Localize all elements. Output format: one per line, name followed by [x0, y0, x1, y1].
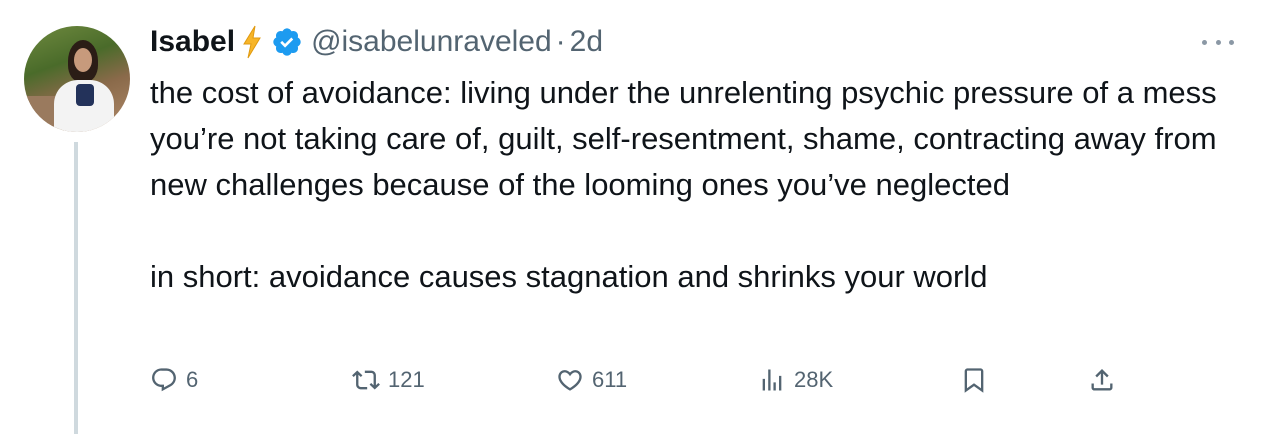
- more-dot: [1229, 39, 1234, 45]
- reply-button[interactable]: 6: [150, 362, 198, 398]
- tweet-paragraph-2: in short: avoidance causes stagnation an…: [150, 259, 988, 294]
- separator-dot: ·: [555, 25, 566, 58]
- reply-count: 6: [186, 367, 199, 392]
- tweet-header: Isabel @isabelunraveled · 2d: [150, 20, 603, 64]
- avatar[interactable]: [24, 26, 130, 132]
- bookmark-button[interactable]: [960, 362, 988, 398]
- share-icon: [1091, 369, 1113, 391]
- thread-line: [74, 142, 78, 434]
- lightning-bolt-icon: [243, 25, 261, 59]
- more-options-icon[interactable]: [1202, 32, 1234, 52]
- verified-badge-icon[interactable]: [271, 26, 303, 58]
- like-count: 611: [592, 367, 628, 392]
- more-dot: [1202, 39, 1207, 45]
- view-count: 28K: [794, 367, 834, 392]
- tweet-text: the cost of avoidance: living under the …: [150, 70, 1240, 300]
- tweet-paragraph-1: the cost of avoidance: living under the …: [150, 75, 1217, 202]
- author-handle[interactable]: @isabelunraveled: [311, 25, 552, 59]
- views-chart-icon: [762, 369, 782, 391]
- heart-icon: [558, 370, 582, 391]
- post-time[interactable]: 2d: [570, 25, 603, 59]
- avatar-face: [74, 48, 92, 72]
- bookmark-icon: [964, 368, 984, 393]
- repost-button[interactable]: 121: [352, 362, 425, 398]
- repost-icon: [352, 370, 380, 390]
- share-button[interactable]: [1088, 362, 1116, 398]
- reply-icon: [152, 368, 176, 392]
- avatar-band: [76, 84, 94, 106]
- author-name[interactable]: Isabel: [150, 25, 235, 59]
- action-bar: 6 121 611 28K: [150, 362, 1250, 398]
- views-button[interactable]: 28K: [758, 362, 833, 398]
- like-button[interactable]: 611: [556, 362, 627, 398]
- more-dot: [1215, 39, 1221, 45]
- repost-count: 121: [388, 367, 425, 392]
